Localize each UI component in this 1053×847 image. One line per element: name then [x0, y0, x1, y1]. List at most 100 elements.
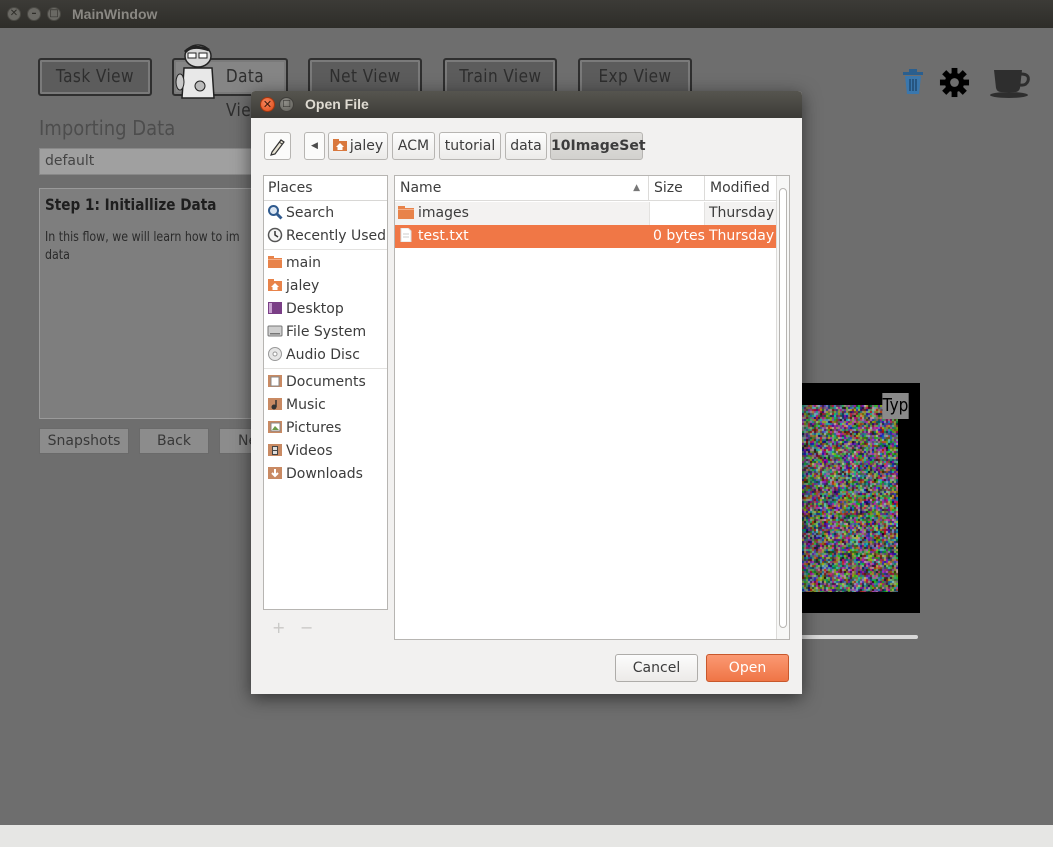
dialog-maximize-button[interactable]: □ [279, 97, 294, 112]
dialog-titlebar: ✕ □ Open File [251, 91, 802, 118]
dialog-title: Open File [305, 96, 369, 112]
dataset-name-input[interactable]: default [39, 148, 259, 175]
step-description: In this flow, we will learn how to im da… [45, 230, 240, 263]
type-label: Typ [882, 393, 909, 419]
place-label: Videos [286, 443, 333, 459]
breadcrumb-jaley[interactable]: jaley [328, 132, 388, 160]
place-search[interactable]: Search [267, 202, 334, 224]
folder-icon [268, 256, 282, 268]
place-label: Audio Disc [286, 347, 360, 363]
scientist-mascot-icon [175, 44, 215, 99]
place-documents[interactable]: Documents [267, 371, 366, 393]
file-row-test-txt[interactable]: test.txt 0 bytes Thursday [395, 225, 776, 248]
main-window-titlebar: ✕ – □ MainWindow [0, 0, 1053, 28]
open-file-dialog: ✕ □ Open File ◀ jaley ACM tutorial data … [251, 91, 802, 694]
places-separator [264, 249, 387, 250]
breadcrumb-tutorial[interactable]: tutorial [439, 132, 501, 160]
videos-icon [268, 444, 282, 456]
places-header: Places [264, 176, 387, 201]
step-title: Step 1: Initiallize Data [45, 195, 217, 214]
type-location-button[interactable] [264, 132, 291, 160]
preview-slider[interactable] [800, 635, 918, 639]
place-label: Pictures [286, 420, 342, 436]
text-file-icon [400, 228, 412, 242]
place-recently-used[interactable]: Recently Used [267, 225, 386, 247]
file-name-cell: test.txt [398, 225, 648, 248]
window-minimize-button[interactable]: – [27, 7, 41, 21]
place-label: Documents [286, 374, 366, 390]
disc-icon [268, 347, 282, 361]
breadcrumb-data[interactable]: data [505, 132, 547, 160]
place-label: Downloads [286, 466, 363, 482]
home-folder-icon [268, 279, 282, 291]
file-list-scrollbar[interactable] [776, 176, 789, 639]
sort-ascending-icon: ▲ [633, 183, 640, 193]
breadcrumb-10imageset[interactable]: 10ImageSet [550, 132, 646, 160]
place-pictures[interactable]: Pictures [267, 417, 341, 439]
music-icon [268, 398, 282, 410]
place-label: jaley [286, 278, 320, 294]
window-title: MainWindow [72, 6, 158, 22]
tab-label: Task View [55, 66, 135, 87]
tab-label: Exp View [598, 66, 672, 87]
tab-task-view[interactable]: Task View [38, 58, 152, 96]
desktop-icon [268, 302, 282, 314]
step-instructions-panel: Step 1: Initiallize Data In this flow, w… [39, 188, 259, 419]
place-label: Recently Used [286, 228, 387, 244]
file-size: 0 bytes [653, 228, 705, 244]
window-maximize-button[interactable]: □ [47, 7, 61, 21]
place-label: Search [286, 205, 335, 221]
place-label: File System [286, 324, 367, 340]
place-downloads[interactable]: Downloads [267, 463, 363, 485]
places-sidebar: Places Search Recently Used main jaley D… [263, 175, 388, 610]
place-desktop[interactable]: Desktop [267, 298, 344, 320]
downloads-icon [268, 467, 282, 479]
place-music[interactable]: Music [267, 394, 326, 416]
gear-icon[interactable] [939, 67, 970, 98]
file-name-cell: images [398, 202, 648, 225]
column-header-name[interactable]: Name ▲ [395, 176, 649, 201]
home-folder-icon [332, 139, 347, 151]
open-button[interactable]: Open [706, 654, 789, 682]
place-label: Music [286, 397, 326, 413]
trash-icon[interactable] [900, 68, 926, 96]
place-jaley[interactable]: jaley [267, 275, 319, 297]
dialog-close-button[interactable]: ✕ [260, 97, 275, 112]
window-close-button[interactable]: ✕ [7, 7, 21, 21]
back-button[interactable]: Back [139, 428, 209, 454]
snapshots-button[interactable]: Snapshots [39, 428, 129, 454]
recent-icon [267, 227, 283, 243]
status-bar [0, 825, 1053, 847]
drive-icon [267, 325, 283, 337]
remove-bookmark-button[interactable]: − [300, 618, 313, 637]
file-name: images [418, 205, 469, 221]
search-icon [268, 205, 283, 220]
breadcrumb-acm[interactable]: ACM [392, 132, 435, 160]
add-bookmark-button[interactable]: + [272, 618, 285, 637]
place-label: Desktop [286, 301, 344, 317]
column-header-label: Name [400, 180, 442, 196]
place-audio-disc[interactable]: Audio Disc [267, 344, 360, 366]
tab-label: Net View [329, 66, 401, 87]
file-list: Name ▲ Size Modified images Thursday tes… [394, 175, 790, 640]
file-row-images[interactable]: images Thursday [395, 202, 776, 225]
tab-label: Train View [458, 66, 542, 87]
place-main[interactable]: main [267, 252, 321, 274]
folder-icon [398, 206, 414, 219]
coffee-cup-icon[interactable] [988, 66, 1034, 100]
column-header-size[interactable]: Size [649, 176, 705, 201]
file-modified: Thursday [709, 205, 775, 221]
cancel-button[interactable]: Cancel [615, 654, 698, 682]
place-file-system[interactable]: File System [267, 321, 366, 343]
path-back-button[interactable]: ◀ [304, 132, 325, 160]
pencil-icon [270, 139, 285, 156]
file-name: test.txt [418, 228, 469, 244]
noise-image [800, 405, 898, 592]
image-preview: Typ [800, 383, 920, 613]
column-header-modified[interactable]: Modified [705, 176, 776, 201]
places-separator [264, 368, 387, 369]
file-modified: Thursday [709, 228, 775, 244]
scrollbar-thumb[interactable] [779, 188, 787, 628]
place-videos[interactable]: Videos [267, 440, 333, 462]
documents-icon [268, 375, 282, 387]
